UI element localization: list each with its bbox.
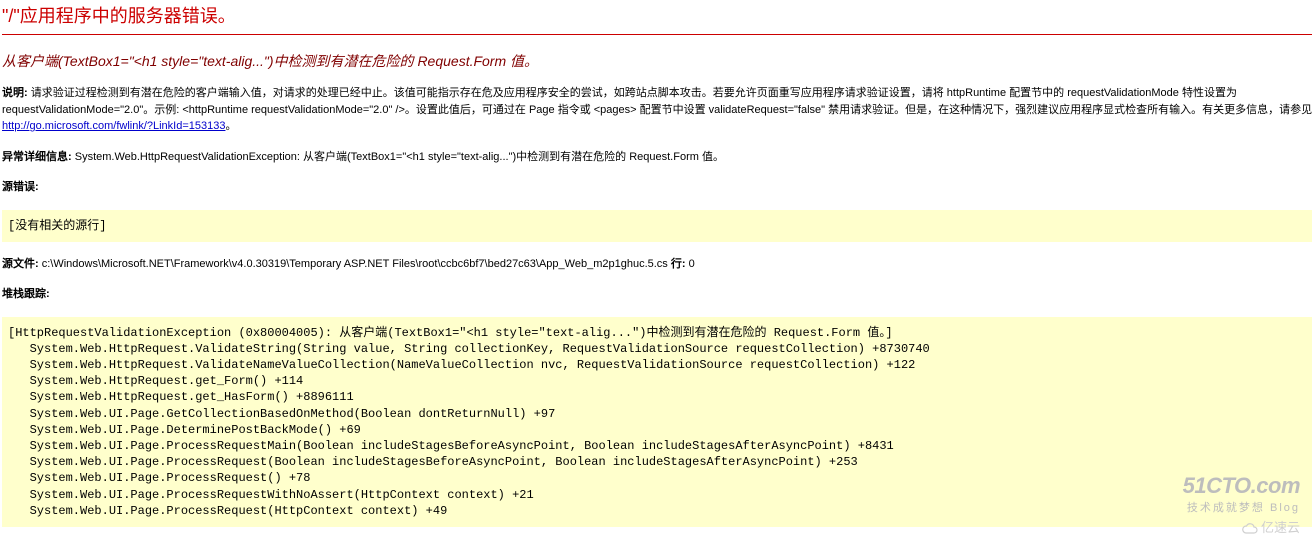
description-block: 说明: 请求验证过程检测到有潜在危险的客户端输入值，对请求的处理已经中止。该值可…: [2, 85, 1312, 135]
source-error-label-row: 源错误:: [2, 179, 1312, 196]
exception-details: 异常详细信息: System.Web.HttpRequestValidation…: [2, 149, 1312, 166]
stack-trace-label-row: 堆栈跟踪:: [2, 286, 1312, 303]
error-subtitle: 从客户端(TextBox1="<h1 style="text-alig...")…: [2, 51, 1312, 71]
more-info-link[interactable]: http://go.microsoft.com/fwlink/?LinkId=1…: [2, 120, 225, 132]
stack-trace-code: [HttpRequestValidationException (0x80004…: [2, 317, 1312, 527]
source-error-label: 源错误:: [2, 181, 39, 193]
description-suffix: 。: [225, 120, 236, 132]
exception-text: System.Web.HttpRequestValidationExceptio…: [72, 151, 724, 163]
source-error-code: [没有相关的源行]: [2, 210, 1312, 242]
page-title: "/"应用程序中的服务器错误。: [2, 2, 1312, 35]
source-file-path: c:\Windows\Microsoft.NET\Framework\v4.0.…: [39, 258, 668, 270]
description-label: 说明:: [2, 87, 28, 99]
stack-trace-label: 堆栈跟踪:: [2, 288, 50, 300]
exception-label: 异常详细信息:: [2, 151, 72, 163]
source-file-label: 源文件:: [2, 258, 39, 270]
source-line-value: 0: [686, 258, 695, 270]
description-text: 请求验证过程检测到有潜在危险的客户端输入值，对请求的处理已经中止。该值可能指示存…: [2, 87, 1312, 116]
source-line-label: 行:: [668, 258, 686, 270]
source-file-row: 源文件: c:\Windows\Microsoft.NET\Framework\…: [2, 256, 1312, 273]
